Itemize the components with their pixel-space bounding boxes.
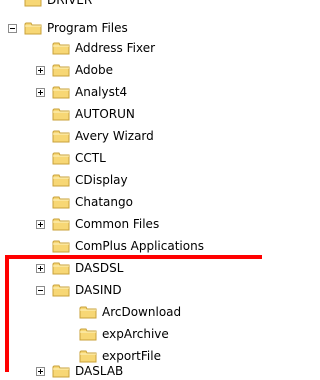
tree-row-label: DASLAB <box>75 364 124 378</box>
folder-icon <box>79 349 97 363</box>
tree-row-label: DASDSL <box>75 261 124 275</box>
folder-icon <box>52 151 70 165</box>
tree-row-cctl[interactable]: CCTL <box>36 149 106 167</box>
tree-row-cdisplay[interactable]: CDisplay <box>36 171 128 189</box>
folder-icon <box>52 261 70 275</box>
folder-icon <box>24 0 42 7</box>
folder-icon <box>52 107 70 121</box>
tree-row-daslab[interactable]: DASLAB <box>36 362 123 380</box>
tree-row-label: Address Fixer <box>75 41 156 55</box>
expand-icon[interactable] <box>36 87 45 97</box>
tree-row-label: ComPlus Applications <box>75 239 204 253</box>
folder-icon <box>52 283 70 297</box>
folder-icon <box>52 63 70 77</box>
folder-icon <box>52 364 70 378</box>
folder-tree: DRIVER Program Files Address Fixer Adobe… <box>0 0 262 378</box>
folder-icon <box>24 21 42 35</box>
folder-icon <box>52 195 70 209</box>
tree-row-arcdownload[interactable]: ArcDownload <box>79 303 181 321</box>
tree-row-program-files[interactable]: Program Files <box>8 19 128 37</box>
tree-row-label: Adobe <box>75 63 113 77</box>
folder-icon <box>79 327 97 341</box>
folder-icon <box>52 239 70 253</box>
tree-row-label: DRIVER <box>47 0 93 7</box>
tree-row-avery-wizard[interactable]: Avery Wizard <box>36 127 154 145</box>
tree-row-label: Avery Wizard <box>75 129 154 143</box>
tree-row-label: expArchive <box>102 327 169 341</box>
folder-icon <box>52 173 70 187</box>
tree-row-label: Analyst4 <box>75 85 128 99</box>
tree-row-driver[interactable]: DRIVER <box>8 0 92 9</box>
tree-row-label: Common Files <box>75 217 160 231</box>
folder-icon <box>52 85 70 99</box>
expand-icon[interactable] <box>36 366 45 376</box>
tree-row-dasdsl[interactable]: DASDSL <box>36 259 123 277</box>
collapse-icon[interactable] <box>36 285 45 295</box>
tree-row-label: CDisplay <box>75 173 128 187</box>
expand-icon[interactable] <box>36 219 45 229</box>
tree-row-adobe[interactable]: Adobe <box>36 61 113 79</box>
tree-row-label: ArcDownload <box>102 305 182 319</box>
expand-icon[interactable] <box>36 263 45 273</box>
tree-row-label: CCTL <box>75 151 106 165</box>
tree-row-exparchive[interactable]: expArchive <box>79 325 169 343</box>
tree-row-label: Chatango <box>75 195 133 209</box>
folder-icon <box>52 217 70 231</box>
folder-icon <box>52 129 70 143</box>
tree-row-analyst4[interactable]: Analyst4 <box>36 83 127 101</box>
tree-row-address-fixer[interactable]: Address Fixer <box>36 39 155 57</box>
tree-row-autorun[interactable]: AUTORUN <box>36 105 135 123</box>
expand-icon[interactable] <box>36 65 45 75</box>
tree-row-common-files[interactable]: Common Files <box>36 215 159 233</box>
folder-icon <box>52 41 70 55</box>
tree-row-complus-applications[interactable]: ComPlus Applications <box>36 237 204 255</box>
folder-icon <box>79 305 97 319</box>
tree-row-dasind[interactable]: DASIND <box>36 281 122 299</box>
collapse-icon[interactable] <box>8 23 17 33</box>
tree-row-label: DASIND <box>75 283 122 297</box>
tree-row-label: Program Files <box>47 21 128 35</box>
tree-row-chatango[interactable]: Chatango <box>36 193 133 211</box>
tree-row-label: AUTORUN <box>75 107 135 121</box>
